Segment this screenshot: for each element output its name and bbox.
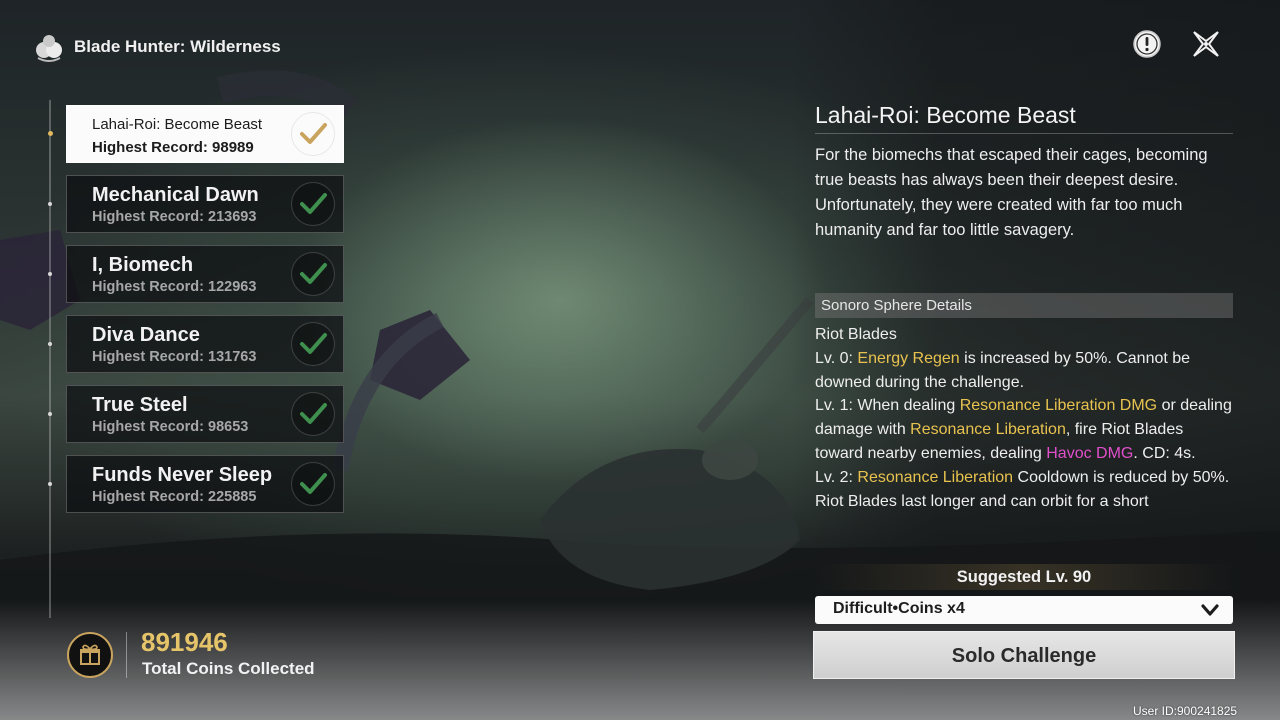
suggested-level: Suggested Lv. 90 (815, 564, 1233, 590)
challenge-name: Diva Dance (92, 324, 200, 346)
timeline-dot (47, 131, 53, 136)
coin-divider (126, 632, 127, 678)
challenge-item-i-biomech[interactable]: I, Biomech Highest Record: 122963 (66, 245, 344, 303)
close-icon (1193, 31, 1219, 57)
chevron-down-icon (1201, 604, 1219, 616)
solo-challenge-label: Solo Challenge (951, 645, 1097, 667)
challenge-name: Funds Never Sleep (92, 464, 273, 486)
total-coins-label: Total Coins Collected (142, 659, 315, 678)
effect-lv0: Lv. 0: Energy Regen is increased by 50%.… (815, 349, 1191, 391)
gift-icon (80, 644, 100, 665)
sonoro-sphere-effects[interactable]: Riot Blades Lv. 0: Energy Regen is incre… (815, 323, 1233, 537)
keyword-havoc-dmg: Havoc DMG (1046, 444, 1134, 462)
challenge-name: I, Biomech (92, 254, 194, 276)
keyword-resonance-liberation-dmg: Resonance Liberation DMG (959, 397, 1158, 415)
challenge-record: Highest Record: 98989 (92, 139, 254, 156)
detail-description: For the biomechs that escaped their cage… (815, 146, 1208, 239)
keyword-resonance-liberation: Resonance Liberation (857, 468, 1014, 486)
info-button[interactable] (1131, 28, 1163, 60)
challenge-timeline (49, 100, 51, 618)
page-header: Blade Hunter: Wilderness (32, 30, 281, 64)
challenge-record: Highest Record: 225885 (92, 489, 257, 505)
effect-lv2: Lv. 2: Resonance Liberation Cooldown is … (815, 468, 1230, 510)
check-icon (291, 252, 335, 296)
challenge-item-lahai-roi[interactable]: Lahai-Roi: Become Beast Highest Record: … (66, 105, 344, 163)
challenge-item-funds-never-sleep[interactable]: Funds Never Sleep Highest Record: 225885 (66, 455, 344, 513)
timeline-dot (48, 482, 52, 486)
detail-title: Lahai-Roi: Become Beast (815, 102, 1076, 128)
challenge-name: Lahai-Roi: Become Beast (92, 116, 263, 133)
total-coins-value: 891946 (141, 627, 228, 657)
challenge-record: Highest Record: 122963 (92, 279, 257, 295)
check-icon (291, 112, 335, 156)
close-button[interactable] (1190, 28, 1222, 60)
timeline-dot (48, 272, 52, 276)
solo-challenge-button[interactable]: Solo Challenge (813, 631, 1235, 679)
difficulty-select[interactable]: Difficult•Coins x4 (815, 596, 1233, 624)
sonoro-sphere-section-header: Sonoro Sphere Details (815, 293, 1233, 318)
effect-name: Riot Blades (815, 326, 897, 343)
timeline-dot (48, 202, 52, 206)
check-icon (291, 322, 335, 366)
check-icon (291, 462, 335, 506)
info-icon (1133, 30, 1161, 58)
challenge-item-true-steel[interactable]: True Steel Highest Record: 98653 (66, 385, 344, 443)
keyword-energy-regen: Energy Regen (857, 349, 960, 367)
detail-divider (815, 133, 1233, 134)
challenge-item-mechanical-dawn[interactable]: Mechanical Dawn Highest Record: 213693 (66, 175, 344, 233)
difficulty-value: Difficult•Coins x4 (833, 600, 965, 617)
user-id: User ID:900241825 (1133, 704, 1238, 718)
keyword-resonance-liberation: Resonance Liberation (910, 421, 1066, 439)
page-title: Blade Hunter: Wilderness (74, 37, 281, 56)
check-icon (291, 182, 335, 226)
check-icon (291, 392, 335, 436)
challenge-record: Highest Record: 131763 (92, 349, 257, 365)
challenge-record: Highest Record: 98653 (92, 419, 249, 435)
challenge-record: Highest Record: 213693 (92, 209, 257, 225)
coin-reward-button[interactable] (67, 632, 113, 678)
timeline-dot (48, 342, 52, 346)
blade-hunter-logo-icon (36, 35, 62, 62)
effect-lv1: Lv. 1: When dealing Resonance Liberation… (815, 397, 1232, 462)
challenge-name: True Steel (92, 394, 188, 416)
timeline-dot (48, 412, 52, 416)
challenge-name: Mechanical Dawn (92, 184, 259, 206)
challenge-item-diva-dance[interactable]: Diva Dance Highest Record: 131763 (66, 315, 344, 373)
